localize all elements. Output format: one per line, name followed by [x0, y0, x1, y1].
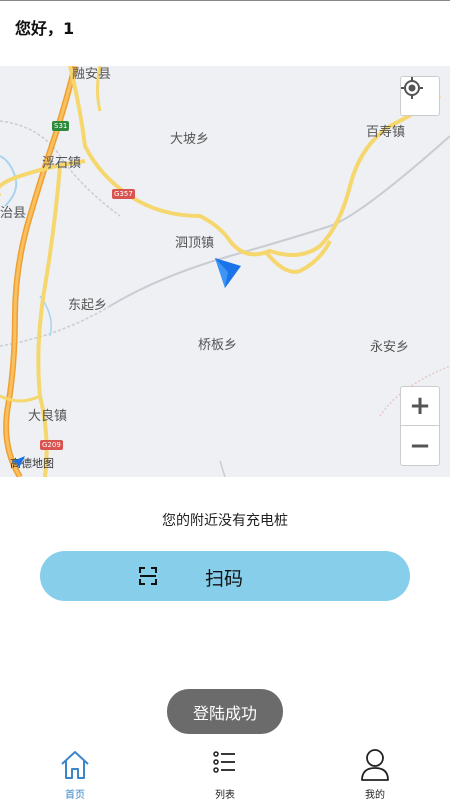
scan-button[interactable]: 扫码	[40, 551, 410, 601]
place-qiaoban: 桥板乡	[198, 338, 238, 353]
tab-profile-label: 我的	[365, 790, 385, 800]
list-icon	[213, 751, 235, 773]
zoom-in-button[interactable]: +	[401, 387, 439, 426]
place-dapo: 大坡乡	[170, 132, 210, 147]
greeting-text: 您好，1	[15, 19, 75, 38]
app-screen: 您好，1 融安县 大坡乡 百寿镇 浮石镇 治县 泗顶镇 东起乡 桥板乡 永安乡 …	[0, 0, 450, 800]
place-baishou: 百寿镇	[366, 125, 406, 140]
place-dongqi: 东起乡	[68, 298, 108, 313]
place-yongan: 永安乡	[370, 340, 410, 355]
scan-label: 扫码	[205, 568, 244, 590]
header: 您好，1	[0, 0, 450, 66]
place-fushi: 浮石镇	[42, 156, 82, 171]
place-daliang: 大良镇	[28, 409, 68, 424]
tab-bar: 首页 列表 我的	[0, 740, 450, 800]
map-view[interactable]: 融安县 大坡乡 百寿镇 浮石镇 治县 泗顶镇 东起乡 桥板乡 永安乡 大良镇 S…	[0, 66, 450, 477]
zoom-control: + −	[400, 386, 440, 466]
tab-list-label: 列表	[215, 790, 235, 800]
place-rongan: 融安县	[72, 67, 112, 82]
toast-message: 登陆成功	[167, 689, 283, 734]
no-charger-message: 您的附近没有充电桩	[162, 513, 288, 529]
tab-home[interactable]: 首页	[35, 740, 115, 800]
scan-icon	[139, 567, 157, 585]
place-zhi: 治县	[0, 206, 27, 221]
locate-icon	[401, 77, 423, 99]
location-arrow-icon	[215, 258, 241, 288]
place-siding: 泗顶镇	[175, 236, 215, 251]
zoom-out-button[interactable]: −	[401, 426, 439, 465]
amap-logo: 高德地图	[10, 455, 54, 471]
locate-button[interactable]	[400, 76, 440, 116]
road-shield-g209: G209	[40, 440, 63, 450]
tab-list[interactable]: 列表	[185, 740, 265, 800]
amap-arrow-icon	[11, 456, 25, 468]
road-shield-g357: G357	[112, 189, 135, 199]
tab-home-label: 首页	[65, 790, 85, 800]
road-shield-s31: S31	[52, 121, 70, 131]
home-icon	[61, 751, 89, 779]
user-icon	[361, 749, 389, 781]
tab-profile[interactable]: 我的	[335, 740, 415, 800]
